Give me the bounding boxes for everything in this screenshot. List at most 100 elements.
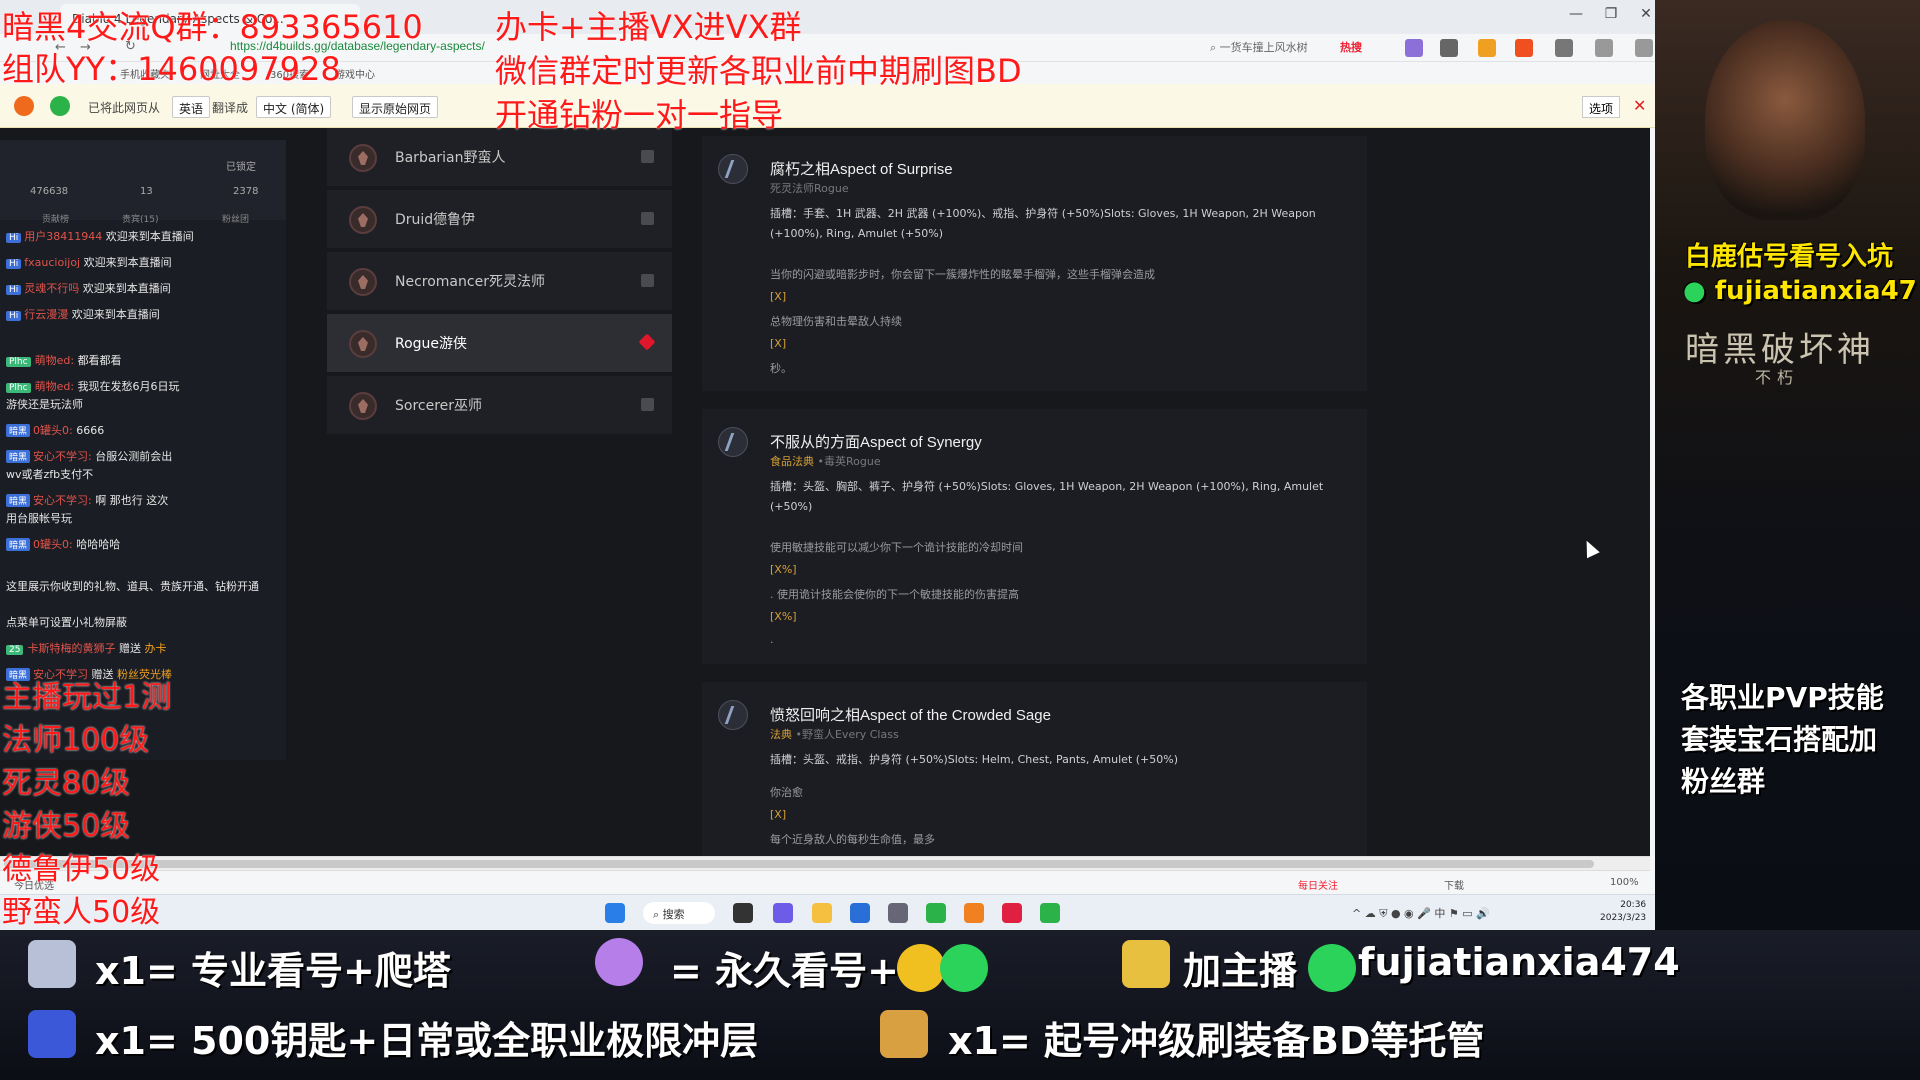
promo-line: 粉丝群 bbox=[1681, 765, 1766, 798]
class-checkbox[interactable] bbox=[641, 212, 654, 225]
grid-icon[interactable] bbox=[1555, 39, 1573, 57]
aspect-desc: 你治愈 bbox=[770, 786, 803, 799]
hot-search-badge[interactable]: 热搜 bbox=[1340, 39, 1362, 55]
aspect-value: [X] bbox=[770, 808, 787, 821]
bottom-promo-banner: x1= 专业看号+爬塔 = 永久看号+ 加主播 fujiatianxia474 … bbox=[0, 930, 1920, 1080]
translate-from-label: 已将此网页从 bbox=[88, 101, 161, 115]
status-bar: 今日优选 每日关注 下载 100% bbox=[0, 870, 1650, 894]
menu-icon[interactable] bbox=[1635, 39, 1653, 57]
aspect-value: [X] bbox=[770, 290, 787, 303]
ime-indicator[interactable]: 中 bbox=[1434, 907, 1445, 920]
netease-icon[interactable] bbox=[1002, 903, 1022, 923]
extension-icon[interactable] bbox=[1405, 39, 1423, 57]
show-original-button[interactable]: 显示原始网页 bbox=[352, 96, 439, 118]
system-tray[interactable]: ^ ☁ ⛨ ● ◉ 🎤 中 ⚑ ▭ 🔊 bbox=[1352, 905, 1490, 921]
weibo-icon[interactable] bbox=[14, 96, 34, 116]
folder-icon[interactable] bbox=[812, 903, 832, 923]
source-language-button[interactable]: 英语 bbox=[172, 96, 211, 118]
clock-time: 20:36 bbox=[1620, 900, 1647, 910]
diamond-gift-icon bbox=[595, 938, 643, 986]
chat-message: 暗黑 0罐头0: 哈哈哈哈 bbox=[6, 536, 120, 552]
target-language-select[interactable]: 中文 (简体) bbox=[256, 96, 332, 118]
class-item-sorcerer[interactable]: Sorcerer巫师 bbox=[327, 376, 672, 434]
minimize-icon[interactable]: — bbox=[1565, 6, 1587, 22]
class-item-barbarian[interactable]: Barbarian野蛮人 bbox=[327, 128, 672, 186]
barbarian-icon bbox=[349, 144, 377, 172]
chat-message: Plhc 萌物ed: 我现在发愁6月6日玩 bbox=[6, 378, 180, 394]
start-icon[interactable] bbox=[605, 903, 625, 923]
undo-icon[interactable] bbox=[1595, 39, 1613, 57]
class-checkbox[interactable] bbox=[641, 274, 654, 287]
aspect-desc: 秒。 bbox=[770, 362, 792, 375]
chat-tab[interactable]: 贵宾(15) bbox=[122, 212, 158, 225]
translate-to-label: 翻译成 bbox=[212, 101, 249, 115]
app-icon[interactable] bbox=[888, 903, 908, 923]
class-checkbox[interactable] bbox=[641, 398, 654, 411]
close-window-icon[interactable]: ✕ bbox=[1635, 6, 1655, 22]
scrollbar-thumb[interactable] bbox=[4, 860, 1594, 868]
aspect-title: 腐朽之相Aspect of Surprise bbox=[770, 161, 953, 178]
aspect-desc: 当你的闪避或暗影步时，你会留下一簇爆炸性的眩晕手榴弹，这些手榴弹会造成 bbox=[770, 268, 1155, 281]
wechat-icon[interactable] bbox=[926, 903, 946, 923]
chat-header: 已锁定 476638 13 2378 贡献榜 贵宾(15) 粉丝团 bbox=[0, 140, 286, 225]
clock[interactable]: 20:36 2023/3/23 bbox=[1600, 899, 1646, 925]
immortal-logo-text: 不朽 bbox=[1755, 368, 1800, 387]
store-icon[interactable] bbox=[850, 903, 870, 923]
aspect-card[interactable]: 腐朽之相Aspect of Surprise 死灵法师Rogue 插槽：手套、1… bbox=[702, 136, 1367, 391]
aspect-subtitle: 食品法典 •毒英Rogue bbox=[770, 453, 881, 469]
class-item-necromancer[interactable]: Necromancer死灵法师 bbox=[327, 252, 672, 310]
chat-tab[interactable]: 贡献榜 bbox=[42, 212, 69, 225]
rogue-icon bbox=[349, 330, 377, 358]
bookmark-item[interactable]: 游戏中心 bbox=[335, 66, 375, 81]
banner-wechat-id: fujiatianxia474 bbox=[1358, 940, 1680, 984]
aspect-desc: 每个近身敌人的每秒生命值，最多 bbox=[770, 833, 935, 846]
aspect-source: 法典 bbox=[770, 728, 792, 741]
wechat-icon: ● bbox=[1683, 276, 1706, 306]
penguin-icon bbox=[897, 944, 945, 992]
chat-message: 暗黑 0罐头0: 6666 bbox=[6, 422, 104, 438]
overlay-level-line: 野蛮人50级 bbox=[2, 895, 161, 930]
promo-line: 白鹿估号看号入坑 bbox=[1685, 242, 1894, 272]
translate-options-button[interactable]: 选项 bbox=[1582, 96, 1621, 118]
class-checkbox[interactable] bbox=[641, 150, 654, 163]
overlay-yy-group: 组队YY：1460097928 bbox=[2, 50, 341, 88]
chat-message: 暗黑 安心不学习: 啊 那也行 这次 bbox=[6, 492, 168, 508]
aspect-card[interactable]: 愤怒回响之相Aspect of the Crowded Sage 法典 •野蛮人… bbox=[702, 682, 1367, 856]
download-button[interactable]: 下载 bbox=[1444, 877, 1464, 892]
chat-message-cont: 用台服帐号玩 bbox=[6, 512, 72, 525]
class-item-druid[interactable]: Druid德鲁伊 bbox=[327, 190, 672, 248]
class-item-rogue[interactable]: Rogue游侠 bbox=[327, 314, 672, 372]
class-label: Necromancer死灵法师 bbox=[395, 274, 545, 290]
chat-message: Plhc 萌物ed: 都看都看 bbox=[6, 352, 122, 368]
game-icon[interactable] bbox=[1515, 39, 1533, 57]
gift-notice: 点菜单可设置小礼物屏蔽 bbox=[6, 616, 127, 629]
chat-count: 476638 bbox=[30, 186, 69, 197]
overlay-guide: 开通钻粉一对一指导 bbox=[495, 96, 784, 134]
taskview-icon[interactable] bbox=[733, 903, 753, 923]
zoom-level[interactable]: 100% bbox=[1610, 877, 1639, 888]
search-suggestion[interactable]: ⌕ 一货车撞上风水树 bbox=[1210, 39, 1308, 55]
taskbar-search-label: 搜索 bbox=[662, 908, 685, 921]
daily-follow[interactable]: 每日关注 bbox=[1298, 877, 1338, 892]
restore-icon[interactable]: ❐ bbox=[1600, 6, 1622, 22]
aspect-value: [X%] bbox=[770, 610, 797, 623]
overlay-wechat-group: 微信群定时更新各职业前中期刷图BD bbox=[495, 52, 1022, 90]
chat-tab[interactable]: 粉丝团 bbox=[222, 212, 249, 225]
overlay-level-line: 死灵80级 bbox=[2, 766, 131, 801]
chat-icon[interactable] bbox=[773, 903, 793, 923]
taskbar-search[interactable]: ⌕ 搜索 bbox=[643, 902, 715, 924]
aspect-class: •野蛮人Every Class bbox=[792, 728, 899, 741]
gift-message: 25 卡斯特梅的黄狮子 赠送 办卡 bbox=[6, 640, 166, 656]
aspect-slots: 插槽：头盔、戒指、护身符 (+50%)Slots: Helm, Chest, P… bbox=[770, 753, 1179, 766]
horizontal-scrollbar[interactable] bbox=[0, 856, 1650, 870]
character-portrait bbox=[1705, 20, 1865, 220]
browser-icon[interactable] bbox=[1040, 903, 1060, 923]
class-checkbox-checked[interactable] bbox=[638, 333, 656, 351]
aspect-card[interactable]: 不服从的方面Aspect of Synergy 食品法典 •毒英Rogue 插槽… bbox=[702, 409, 1367, 664]
shield-icon[interactable] bbox=[1478, 39, 1496, 57]
app-icon[interactable] bbox=[964, 903, 984, 923]
scissors-icon[interactable] bbox=[1440, 39, 1458, 57]
overlay-level-line: 法师100级 bbox=[2, 723, 150, 758]
translate-close-icon[interactable]: ✕ bbox=[1633, 96, 1646, 115]
banner-line: x1= 起号冲级刷装备BD等托管 bbox=[948, 1019, 1485, 1063]
